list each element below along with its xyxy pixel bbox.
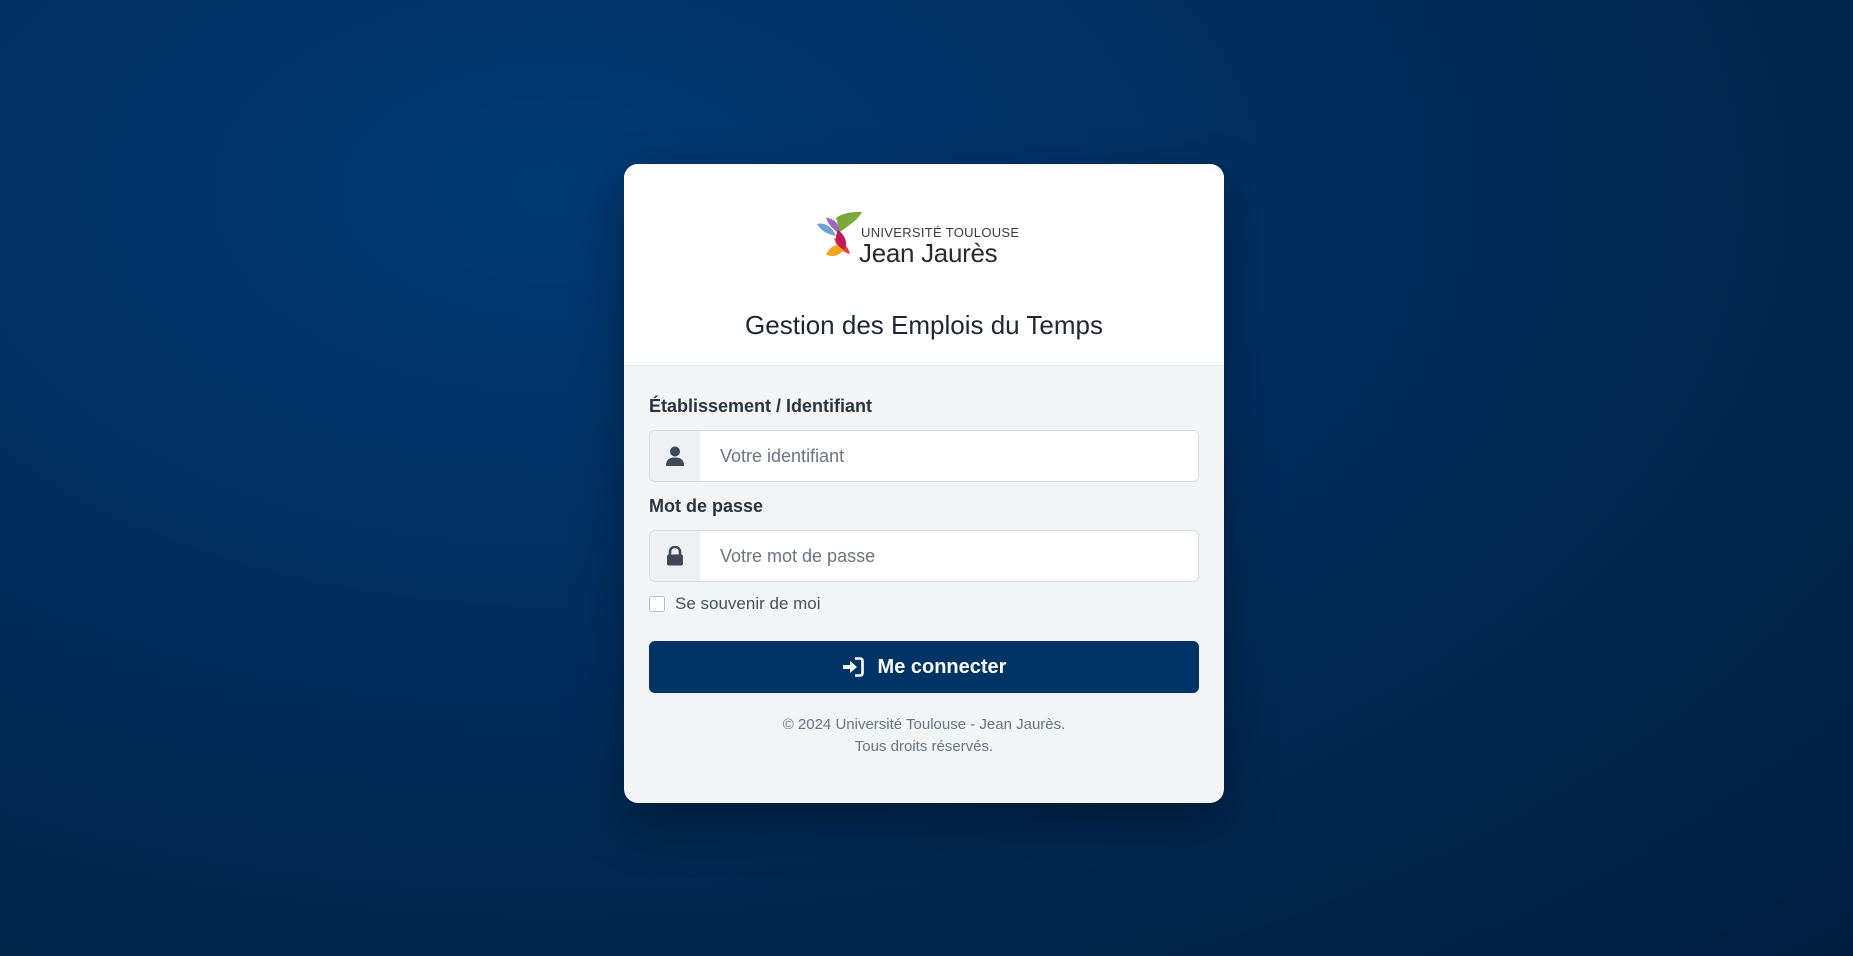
- identifier-input[interactable]: [700, 431, 1198, 481]
- login-button-label: Me connecter: [877, 655, 1007, 678]
- identifier-input-group: [649, 430, 1199, 482]
- password-label: Mot de passe: [649, 496, 764, 516]
- identifier-label: Établissement / Identifiant: [649, 396, 873, 416]
- remember-me[interactable]: Se souvenir de moi: [649, 594, 821, 614]
- login-button[interactable]: Me connecter: [649, 641, 1199, 693]
- password-input-group: [649, 530, 1199, 582]
- footer: © 2024 Université Toulouse - Jean Jaurès…: [624, 714, 1224, 758]
- sign-in-icon: [842, 657, 864, 677]
- footer-copyright: © 2024 Université Toulouse - Jean Jaurès…: [782, 716, 1066, 733]
- remember-label: Se souvenir de moi: [675, 594, 821, 613]
- user-icon: [650, 431, 700, 481]
- university-logo: UNIVERSITÉ TOULOUSE Jean Jaurès: [814, 210, 1034, 268]
- remember-checkbox[interactable]: [649, 596, 665, 612]
- footer-rights: Tous droits réservés.: [854, 738, 994, 755]
- logo-text-bottom: Jean Jaurès: [859, 238, 998, 268]
- card-header: UNIVERSITÉ TOULOUSE Jean Jaurès Gestion …: [624, 164, 1224, 366]
- password-input[interactable]: [700, 531, 1198, 581]
- logo-emblem-icon: [817, 212, 862, 257]
- lock-icon: [650, 531, 700, 581]
- login-card: UNIVERSITÉ TOULOUSE Jean Jaurès Gestion …: [624, 164, 1224, 803]
- page-title: Gestion des Emplois du Temps: [745, 310, 1103, 340]
